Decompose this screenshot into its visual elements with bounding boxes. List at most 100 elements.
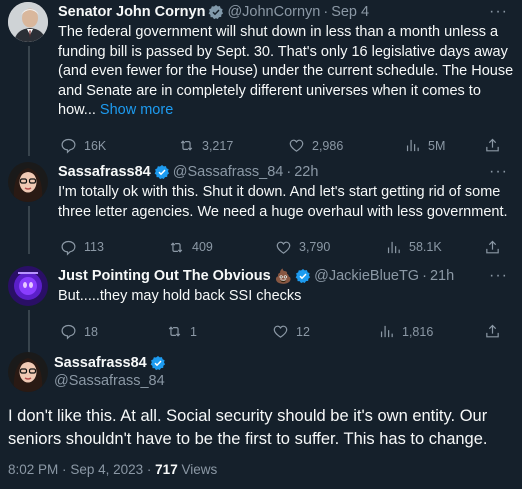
reply-button[interactable]: 16K <box>60 137 178 154</box>
share-icon <box>486 240 499 253</box>
action-bar: 113 409 3,790 58.1K <box>58 237 514 257</box>
reply-icon <box>61 324 76 340</box>
share-button[interactable] <box>484 323 508 340</box>
heart-icon <box>273 325 288 338</box>
action-bar: 18 1 12 1,816 <box>58 322 514 342</box>
retweet-count: 1 <box>190 324 197 339</box>
separator: · <box>62 462 67 477</box>
more-options-icon[interactable]: ··· <box>489 3 514 21</box>
avatar[interactable] <box>8 162 48 202</box>
timestamp[interactable]: Sep 4 <box>331 4 369 20</box>
thread-line <box>28 206 30 254</box>
timestamp[interactable]: 22h <box>294 164 318 180</box>
heart-icon <box>289 139 304 152</box>
separator: · <box>286 164 292 180</box>
retweet-icon <box>180 140 193 151</box>
conversation-thread: Senator John Cornyn @JohnCornyn · Sep 4 … <box>0 0 522 489</box>
views-icon <box>387 241 400 253</box>
avatar[interactable] <box>8 352 48 392</box>
tweet-text: But.....they may hold back SSI checks <box>58 288 302 304</box>
more-options-icon[interactable]: ··· <box>489 163 514 181</box>
reply-count: 18 <box>84 324 98 339</box>
main-tweet-text: I don't like this. At all. Social securi… <box>8 407 488 448</box>
views-icon <box>406 139 419 152</box>
share-icon <box>486 324 499 338</box>
display-name-text: Sassafrass84 <box>54 355 147 371</box>
display-name[interactable]: Just Pointing Out The Obvious <box>58 268 271 284</box>
tweet-jackie-reply[interactable]: Just Pointing Out The Obvious 💩 @JackieB… <box>0 266 522 354</box>
share-button[interactable] <box>484 239 508 256</box>
tweet-date[interactable]: Sep 4, 2023 <box>70 462 143 477</box>
tweet-body: Senator John Cornyn @JohnCornyn · Sep 4 … <box>56 2 514 156</box>
show-more-link[interactable]: Show more <box>100 102 173 118</box>
retweet-button[interactable]: 1 <box>166 323 272 340</box>
avatar-column <box>8 266 56 354</box>
avatar[interactable] <box>8 2 48 42</box>
reply-button[interactable]: 113 <box>60 239 168 256</box>
separator: · <box>422 268 427 284</box>
tweet-header: Senator John Cornyn @JohnCornyn · Sep 4 … <box>58 2 514 22</box>
reply-button[interactable]: 18 <box>60 323 166 340</box>
share-icon <box>486 138 499 152</box>
display-name[interactable]: Senator John Cornyn <box>58 4 205 20</box>
main-tweet: Sassafrass84 @Sassafrass_84 I don't like… <box>0 352 522 477</box>
retweet-button[interactable]: 409 <box>168 239 275 256</box>
retweet-icon <box>170 241 183 253</box>
main-tweet-header: Sassafrass84 @Sassafrass_84 <box>0 352 522 392</box>
verified-icon <box>154 165 169 180</box>
tweet-cornyn[interactable]: Senator John Cornyn @JohnCornyn · Sep 4 … <box>0 2 522 156</box>
retweet-button[interactable]: 3,217 <box>178 137 288 154</box>
handle[interactable]: @Sassafrass_84 <box>173 164 284 180</box>
retweet-icon <box>168 326 181 337</box>
views-icon <box>380 325 393 338</box>
reply-icon <box>61 138 76 154</box>
thread-line <box>28 310 30 354</box>
views-count: 58.1K <box>409 240 442 254</box>
tweet-time[interactable]: 8:02 PM <box>8 462 58 477</box>
views-button[interactable]: 1,816 <box>378 323 433 340</box>
tweet-body: Sassafrass84 @Sassafrass_84 · 22h ··· I'… <box>56 162 514 257</box>
author-info: Sassafrass84 @Sassafrass_84 <box>48 352 169 392</box>
thread-line <box>28 46 30 156</box>
like-count: 12 <box>296 324 310 339</box>
reply-count: 113 <box>84 240 104 254</box>
more-options-icon[interactable]: ··· <box>489 267 514 285</box>
timestamp[interactable]: 21h <box>430 268 454 284</box>
avatar[interactable] <box>8 266 48 306</box>
views-count: 5M <box>428 138 446 153</box>
like-button[interactable]: 12 <box>272 323 378 340</box>
like-count: 2,986 <box>312 138 344 153</box>
tweet-meta: 8:02 PM · Sep 4, 2023 · 717 Views <box>0 462 522 477</box>
verified-icon <box>150 356 165 371</box>
views-button[interactable]: 5M <box>404 137 445 154</box>
display-name[interactable]: Sassafrass84 <box>54 355 169 371</box>
tweet-sassafrass-reply[interactable]: Sassafrass84 @Sassafrass_84 · 22h ··· I'… <box>0 162 522 257</box>
reply-icon <box>61 240 76 256</box>
retweet-count: 3,217 <box>202 138 234 153</box>
retweet-count: 409 <box>192 240 213 254</box>
avatar-column <box>8 162 56 257</box>
like-button[interactable]: 2,986 <box>288 137 404 154</box>
action-bar: 16K 3,217 2,986 5M <box>58 136 514 156</box>
views-label: Views <box>181 462 218 477</box>
views-count: 717 <box>155 462 178 477</box>
tweet-header: Sassafrass84 @Sassafrass_84 · 22h ··· <box>58 162 514 182</box>
views-count: 1,816 <box>402 324 434 339</box>
handle[interactable]: @Sassafrass_84 <box>54 373 169 389</box>
tweet-text: I'm totally ok with this. Shut it down. … <box>58 184 508 220</box>
verified-icon <box>295 269 311 284</box>
display-name[interactable]: Sassafrass84 <box>58 164 151 180</box>
like-button[interactable]: 3,790 <box>275 239 385 256</box>
views-button[interactable]: 58.1K <box>385 239 442 256</box>
reply-count: 16K <box>84 138 107 153</box>
share-button[interactable] <box>484 137 508 154</box>
tweet-header: Just Pointing Out The Obvious 💩 @JackieB… <box>58 266 514 286</box>
handle[interactable]: @JohnCornyn <box>227 4 320 20</box>
verified-gray-icon <box>209 5 224 20</box>
separator: · <box>323 4 329 20</box>
avatar-column <box>8 2 56 156</box>
like-count: 3,790 <box>299 240 331 254</box>
heart-icon <box>276 241 291 254</box>
separator: · <box>146 462 152 477</box>
handle[interactable]: @JackieBlueTG <box>314 268 419 284</box>
